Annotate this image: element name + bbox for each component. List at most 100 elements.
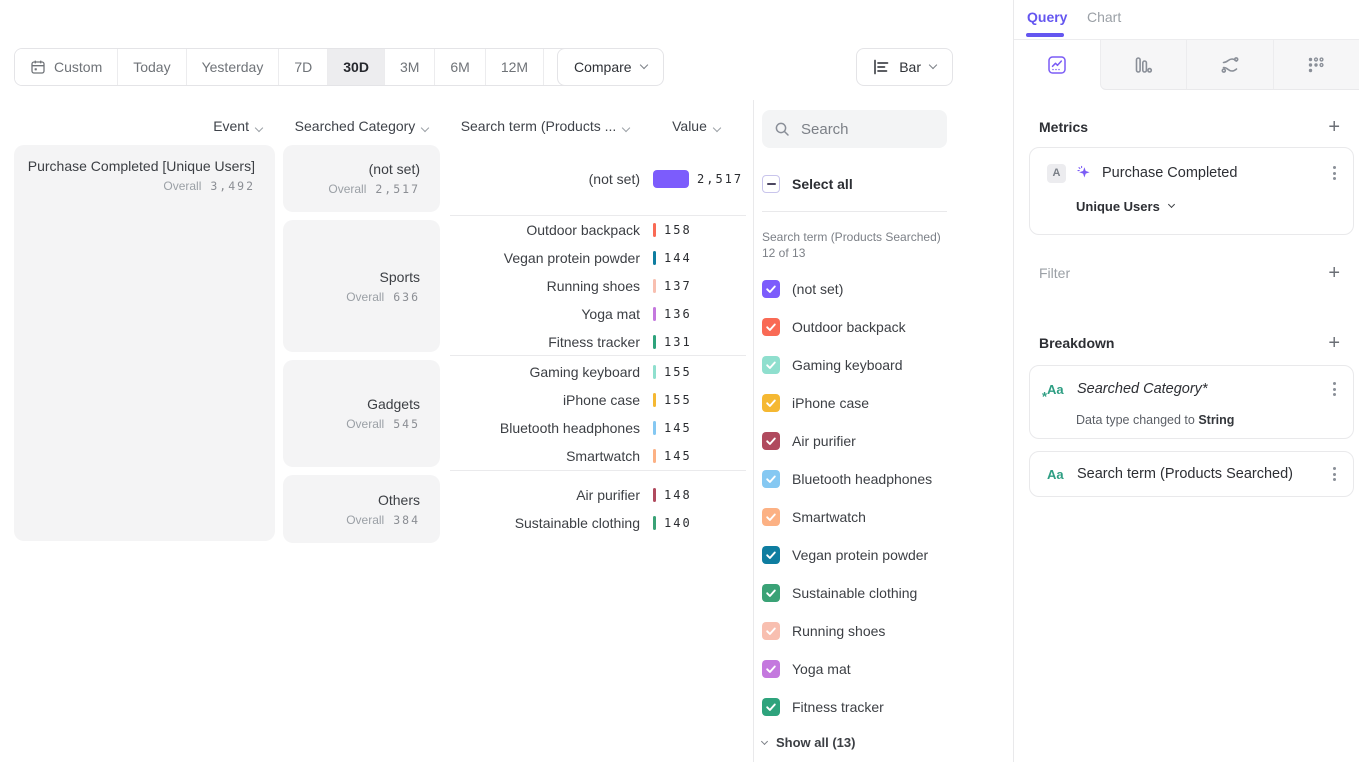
search-input[interactable]: [799, 120, 935, 139]
value-bar: [653, 335, 656, 349]
category-card[interactable]: GadgetsOverall545: [283, 360, 440, 467]
search-term-label: Air purifier: [450, 487, 640, 503]
search-icon: [774, 121, 790, 137]
date-range-custom[interactable]: Custom: [15, 49, 117, 85]
chart-type-button[interactable]: Bar: [856, 48, 953, 86]
group-rows: Outdoor backpack158Vegan protein powder1…: [450, 216, 746, 356]
event-card[interactable]: Purchase Completed [Unique Users] Overal…: [14, 145, 275, 541]
table-row[interactable]: Bluetooth headphones145: [450, 414, 746, 442]
tab-query[interactable]: Query: [1027, 9, 1067, 25]
search-term-label: (not set): [450, 171, 640, 187]
checked-checkbox-icon: [762, 622, 780, 640]
breakdown-heading: Breakdown: [1039, 335, 1114, 351]
date-range-label: 12M: [501, 59, 528, 75]
tab-chart[interactable]: Chart: [1087, 9, 1121, 25]
search-term-label: Smartwatch: [450, 448, 640, 464]
series-filter-panel: Select all Search term (Products Searche…: [762, 110, 947, 754]
legend-item[interactable]: Vegan protein powder: [762, 536, 947, 574]
date-range-7d[interactable]: 7D: [278, 49, 327, 85]
date-range-6m[interactable]: 6M: [434, 49, 484, 85]
legend-item[interactable]: Smartwatch: [762, 498, 947, 536]
add-breakdown-button[interactable]: +: [1328, 334, 1340, 352]
measurement-selector[interactable]: Unique Users: [1076, 199, 1174, 214]
metric-card[interactable]: A Purchase Completed Unique Users: [1029, 147, 1354, 235]
tab-insights[interactable]: [1014, 40, 1100, 90]
breakdown-card-searched-category[interactable]: Aa Searched Category* Data type changed …: [1029, 365, 1354, 439]
breakdown-options-kebab-icon[interactable]: [1330, 464, 1339, 484]
show-all-toggle[interactable]: Show all (13): [762, 730, 947, 754]
category-name: Sports: [380, 269, 420, 285]
add-filter-button[interactable]: +: [1328, 264, 1340, 282]
column-header-value[interactable]: Value: [653, 114, 739, 138]
date-range-yesterday[interactable]: Yesterday: [186, 49, 279, 85]
value-number: 140: [664, 516, 692, 530]
table-row[interactable]: Vegan protein powder144: [450, 244, 746, 272]
value-bar: [653, 279, 656, 293]
legend-item[interactable]: (not set): [762, 270, 947, 308]
date-range-12m[interactable]: 12M: [485, 49, 543, 85]
search-box[interactable]: [762, 110, 947, 148]
value-cell: 2,517: [653, 170, 743, 188]
legend-item-label: Bluetooth headphones: [792, 471, 932, 487]
legend-item[interactable]: Running shoes: [762, 612, 947, 650]
table-row[interactable]: Gaming keyboard155: [450, 358, 746, 386]
legend-item[interactable]: Yoga mat: [762, 650, 947, 688]
value-bar: [653, 488, 656, 502]
breakdown-card-search-term[interactable]: Aa Search term (Products Searched): [1029, 451, 1354, 497]
compare-button[interactable]: Compare: [557, 48, 664, 86]
tab-funnels[interactable]: [1100, 40, 1187, 90]
category-card[interactable]: (not set)Overall2,517: [283, 145, 440, 212]
chevron-down-icon: [255, 124, 263, 132]
overall-value: 3,492: [210, 179, 255, 193]
value-bar: [653, 421, 656, 435]
show-all-label: Show all (13): [776, 735, 855, 750]
date-range-3m[interactable]: 3M: [384, 49, 434, 85]
metric-options-kebab-icon[interactable]: [1330, 163, 1339, 183]
table-row[interactable]: Yoga mat136: [450, 300, 746, 328]
overall-label: Overall: [346, 513, 384, 527]
table-row[interactable]: Sustainable clothing140: [450, 509, 746, 537]
breakdown-property-name: Searched Category*: [1077, 381, 1320, 397]
category-card[interactable]: SportsOverall636: [283, 220, 440, 352]
table-row[interactable]: (not set) 2,517: [450, 165, 746, 193]
overall-value: 636: [393, 290, 420, 304]
value-number: 144: [664, 251, 692, 265]
table-row[interactable]: Air purifier 148: [450, 481, 746, 509]
table-row[interactable]: Outdoor backpack158: [450, 216, 746, 244]
value-number: 158: [664, 223, 692, 237]
value-bar: [653, 365, 656, 379]
legend-item[interactable]: Sustainable clothing: [762, 574, 947, 612]
report-type-tabs: [1014, 40, 1359, 90]
table-row[interactable]: Smartwatch145: [450, 442, 746, 470]
add-metric-button[interactable]: +: [1328, 118, 1340, 136]
measurement-label: Unique Users: [1076, 199, 1160, 214]
table-row[interactable]: iPhone case155: [450, 386, 746, 414]
value-cell: 145: [653, 421, 692, 435]
indeterminate-checkbox-icon: [762, 175, 780, 193]
legend-item[interactable]: Fitness tracker: [762, 688, 947, 726]
category-card[interactable]: OthersOverall384: [283, 475, 440, 543]
legend-item[interactable]: iPhone case: [762, 384, 947, 422]
legend-item[interactable]: Outdoor backpack: [762, 308, 947, 346]
checked-checkbox-icon: [762, 508, 780, 526]
column-header-event[interactable]: Event: [14, 114, 262, 138]
search-term-label: Fitness tracker: [450, 334, 640, 350]
tab-retention[interactable]: [1273, 40, 1359, 90]
legend-item[interactable]: Gaming keyboard: [762, 346, 947, 384]
date-range-30d[interactable]: 30D: [327, 49, 384, 85]
legend-item[interactable]: Air purifier: [762, 422, 947, 460]
retention-icon: [1305, 54, 1327, 76]
table-group: SportsOverall636Outdoor backpack158Vegan…: [283, 220, 746, 352]
table-row[interactable]: Running shoes137: [450, 272, 746, 300]
date-range-label: 7D: [294, 59, 312, 75]
tab-flows[interactable]: [1186, 40, 1273, 90]
table-row[interactable]: Fitness tracker131: [450, 328, 746, 356]
date-range-today[interactable]: Today: [117, 49, 185, 85]
breakdown-options-kebab-icon[interactable]: [1330, 379, 1339, 399]
column-header-search-term[interactable]: Search term (Products ...: [450, 114, 640, 138]
value-number: 148: [664, 488, 692, 502]
legend-item[interactable]: Bluetooth headphones: [762, 460, 947, 498]
select-all-checkbox[interactable]: Select all: [762, 173, 947, 195]
column-header-searched-category[interactable]: Searched Category: [283, 114, 440, 138]
value-bar: [653, 251, 656, 265]
